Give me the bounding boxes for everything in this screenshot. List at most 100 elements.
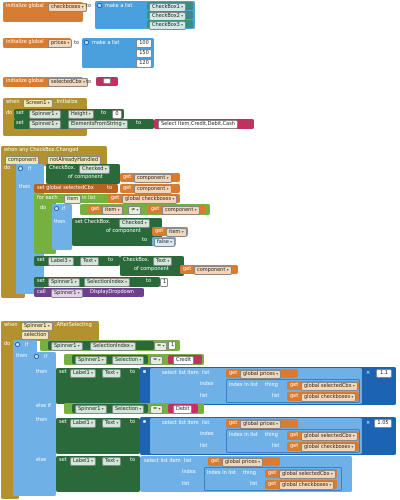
make-a-list-block[interactable]: make a list 100 150 120 [82,38,154,68]
equal-op[interactable]: = [150,405,164,414]
label3-dropdown[interactable]: Label3 [48,257,74,266]
spinner-selection-getter[interactable]: Spinner1 Selection [72,404,148,414]
label1-dropdown[interactable]: Label1 [70,419,96,428]
param-selection[interactable]: selection [21,331,50,340]
false-dropdown[interactable]: false [154,238,176,247]
spinner-selection-index-getter[interactable]: Spinner1 SelectionIndex [48,341,154,351]
checkbox-checked-getter[interactable]: CheckBox. Checked of component [46,164,120,184]
component-var-dropdown[interactable]: component [134,174,172,183]
global-checkboxes-dropdown[interactable]: global checkboxes [301,443,357,452]
text-prop-dropdown[interactable]: Text [102,419,122,428]
text-prop-dropdown[interactable]: Text [102,369,122,378]
spinner1-dropdown[interactable]: Spinner1 [75,405,107,414]
call-display-dropdown[interactable]: call Spinner1 DisplayDropdown [34,288,144,298]
factor-1-05[interactable]: 1.05 [374,419,392,428]
spinner1-dropdown[interactable]: Spinner1 [29,120,61,129]
selection-index-dropdown[interactable]: SelectionIndex [84,278,131,287]
component-var-dropdown[interactable]: component [194,266,232,275]
init-global-prices-block[interactable]: initialize global prices [3,38,73,48]
set-checkbox-checked[interactable]: set CheckBox. Checked of component to [72,218,162,246]
factor-1-1[interactable]: 1.1 [376,369,392,378]
gear-icon[interactable] [142,369,147,374]
global-name-field[interactable]: selectedCbx [48,78,89,87]
empty-string-block[interactable] [96,77,118,86]
component-var-dropdown[interactable]: component [162,206,200,215]
checkbox-text-getter[interactable]: CheckBox. Text of component [120,256,184,276]
spinner1-dropdown[interactable]: Spinner1 [51,342,83,351]
get-global-prices[interactable]: get global prices [226,369,298,379]
get-component-block[interactable]: get component [180,265,238,275]
item-var-dropdown[interactable]: item [102,206,123,215]
item-var[interactable]: item [64,195,82,204]
checked-prop-dropdown[interactable]: Checked [79,165,110,174]
set-label1-text[interactable]: set Label1 Text to [56,456,140,492]
number-100[interactable]: 100 [136,39,152,48]
selection-dropdown[interactable]: Selection [112,356,145,365]
false-block[interactable]: false [152,237,176,247]
gear-icon[interactable] [97,3,102,8]
empty-string[interactable] [103,78,111,84]
get-global-checkboxes[interactable]: get global checkboxes [287,392,359,402]
debit-string-block[interactable]: Debit [168,404,198,414]
init-global-checkboxes-block[interactable]: initialize global checkboxes [3,2,87,22]
item-var-dropdown[interactable]: item [166,228,187,237]
checkbox-changed-header[interactable]: when any CheckBox.Changed component notA… [1,146,107,171]
inner-if-block[interactable]: if then [52,204,72,250]
gear-icon[interactable] [142,419,147,424]
text-prop-dropdown[interactable]: Text [153,257,173,266]
gear-icon[interactable] [54,206,59,211]
after-selecting-header[interactable]: when Spinner1 .AfterSelecting selection … [1,321,99,347]
number-0[interactable]: 0 [112,110,122,119]
credit-string[interactable]: Credit [173,356,195,365]
text-prop-dropdown[interactable]: Text [102,457,122,466]
get-global-checkboxes[interactable]: get global checkboxes [287,442,359,452]
select-list-item-block[interactable]: select list item list index list get glo… [150,368,362,404]
index-in-list-block[interactable]: index in list thing list get global sele… [226,429,360,453]
index-in-list-block[interactable]: index in list thing list get global sele… [226,379,360,403]
number-1[interactable]: 1 [168,341,176,350]
gear-icon[interactable] [18,166,23,171]
global-checkboxes-dropdown[interactable]: global checkboxes [301,393,357,402]
get-global-selected[interactable]: get global selectedCbx [265,469,337,479]
spinner-selection-getter[interactable]: Spinner1 Selection [72,355,148,365]
select-list-item-block[interactable]: select list item list index list get glo… [150,418,362,454]
spinner1-dropdown[interactable]: Spinner1 [51,289,83,298]
global-name-field[interactable]: prices [48,39,73,48]
component-block[interactable]: CheckBox1 [147,2,193,12]
multiply-block[interactable]: select list item list index list get glo… [140,367,396,405]
global-name-field[interactable]: checkboxes [48,3,87,12]
elements-string[interactable]: Select Item,Credit,Debit,Cash [158,120,238,129]
set-label3-text[interactable]: set Label3 Text to [34,256,120,266]
checked-prop-dropdown[interactable]: Checked [119,219,150,228]
get-component-block[interactable]: get component [120,173,180,183]
elements-prop-dropdown[interactable]: ElementsFromString [68,120,128,129]
global-prices-dropdown[interactable]: global prices [240,370,282,379]
compare-selection-index[interactable]: Spinner1 SelectionIndex = 1 [40,340,180,351]
number-150[interactable]: 150 [136,49,152,58]
get-global-prices[interactable]: get global prices [208,457,280,467]
label1-dropdown[interactable]: Label1 [70,457,96,466]
list-item-checkbox3[interactable]: CheckBox3 [149,21,187,30]
multiply-block[interactable]: select list item list index list get glo… [140,417,396,455]
for-each-header[interactable]: for each item in list [34,194,118,204]
set-spinner-elements[interactable]: set Spinner1 ElementsFromString to [14,119,154,129]
equal-op[interactable]: = [154,342,168,351]
gear-icon[interactable] [84,40,89,45]
spinner1-dropdown[interactable]: Spinner1 [21,322,53,331]
debit-string[interactable]: Debit [173,405,193,414]
not-equal-op[interactable]: ≠ [128,206,142,215]
get-global-prices[interactable]: get global prices [226,419,298,429]
get-component-block[interactable]: get component [120,184,180,194]
index-in-list-block[interactable]: index in list thing list get global sele… [204,467,342,491]
number-120[interactable]: 120 [136,59,152,68]
init-global-selected-block[interactable]: initialize global selectedCbx [3,77,89,87]
gear-icon[interactable] [15,342,20,347]
component-block[interactable]: CheckBox2 [147,11,193,21]
compare-debit[interactable]: Spinner1 Selection = Debit [64,403,204,414]
global-selected-dropdown[interactable]: global selectedCbx [301,382,358,391]
get-global-selected[interactable]: get global selectedCbx [287,431,359,441]
component-var-dropdown[interactable]: component [134,185,172,194]
label1-dropdown[interactable]: Label1 [70,369,96,378]
text-prop-dropdown[interactable]: Text [80,257,100,266]
gear-icon[interactable] [34,354,39,359]
